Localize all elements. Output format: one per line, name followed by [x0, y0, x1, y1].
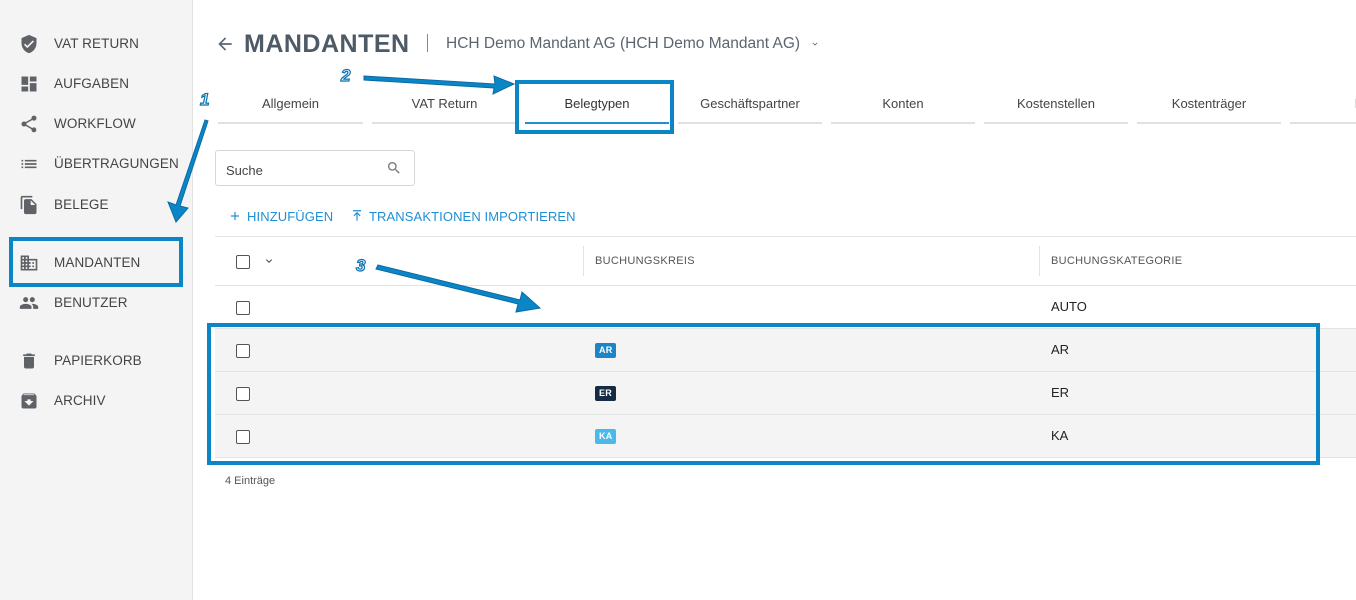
row-checkbox[interactable] — [236, 344, 250, 358]
tab-la[interactable]: La — [1290, 90, 1356, 124]
file-copy-icon — [19, 195, 39, 215]
sidebar-item-archiv[interactable]: ARCHIV — [0, 381, 192, 421]
sidebar-item-uebertragungen[interactable]: ÜBERTRAGUNGEN — [0, 144, 192, 184]
sidebar-item-vat-return[interactable]: VAT RETURN — [0, 24, 192, 64]
column-header-buchungskreis[interactable]: BUCHUNGSKREIS — [595, 237, 695, 285]
buchungskategorie-cell: KA — [1051, 428, 1069, 443]
page-title: MANDANTEN — [244, 30, 410, 58]
buchungskreis-badge: AR — [595, 343, 617, 358]
mandant-selector-label: HCH Demo Mandant AG (HCH Demo Mandant AG… — [446, 35, 801, 52]
search-box — [215, 150, 415, 186]
tab-konten[interactable]: Konten — [831, 90, 975, 124]
tab-kostentraeger[interactable]: Kostenträger — [1137, 90, 1281, 124]
shield-check-icon — [19, 34, 39, 54]
tab-kostenstellen[interactable]: Kostenstellen — [984, 90, 1128, 124]
list-icon — [19, 154, 39, 174]
buchungskategorie-cell: ER — [1051, 385, 1070, 400]
building-icon — [19, 253, 39, 273]
sidebar-item-label: ÜBERTRAGUNGEN — [54, 156, 179, 171]
step-number-2: 2 — [340, 65, 351, 85]
share-icon — [19, 114, 39, 134]
buchungskreis-badge: KA — [595, 429, 617, 444]
step-number-1: 1 — [199, 89, 210, 109]
row-checkbox[interactable] — [236, 430, 250, 444]
select-all-checkbox[interactable] — [236, 255, 250, 269]
mandant-selector[interactable]: HCH Demo Mandant AG (HCH Demo Mandant AG… — [446, 33, 820, 55]
buchungskreis-badge: ER — [595, 386, 616, 401]
table-row[interactable]: ER ER — [215, 372, 1356, 415]
people-icon — [19, 293, 39, 313]
tab-vat-return[interactable]: VAT Return — [372, 90, 517, 124]
chevron-down-icon — [810, 39, 820, 49]
table-row[interactable]: AUTO — [215, 286, 1356, 329]
table-header: BUCHUNGSKREIS BUCHUNGSKATEGORIE — [215, 236, 1356, 286]
add-button[interactable]: HINZUFÜGEN — [228, 206, 333, 226]
tab-allgemein[interactable]: Allgemein — [218, 90, 363, 124]
chevron-down-icon[interactable] — [263, 255, 275, 267]
add-button-label: HINZUFÜGEN — [247, 208, 334, 224]
tab-belegtypen[interactable]: Belegtypen — [525, 90, 669, 124]
sidebar-item-label: MANDANTEN — [54, 255, 141, 270]
sidebar-item-mandanten[interactable]: MANDANTEN — [0, 243, 192, 283]
tab-bar: Allgemein VAT Return Belegtypen Geschäft… — [0, 0, 1356, 130]
trash-icon — [19, 351, 39, 371]
search-input[interactable] — [224, 159, 378, 181]
sidebar-item-label: PAPIERKORB — [54, 353, 142, 368]
title-divider — [427, 34, 428, 52]
sidebar-item-label: WORKFLOW — [54, 116, 136, 131]
sidebar-item-label: ARCHIV — [54, 393, 106, 408]
sidebar-item-workflow[interactable]: WORKFLOW — [0, 104, 192, 144]
entries-count: 4 Einträge — [225, 475, 276, 487]
import-transactions-button[interactable]: TRANSAKTIONEN IMPORTIEREN — [350, 206, 576, 226]
tab-geschaeftspartner[interactable]: Geschäftspartner — [678, 90, 822, 124]
arrow-left-icon — [215, 37, 235, 58]
search-icon[interactable] — [386, 160, 402, 176]
import-transactions-label: TRANSAKTIONEN IMPORTIEREN — [369, 208, 576, 224]
column-header-buchungskategorie[interactable]: BUCHUNGSKATEGORIE — [1051, 237, 1182, 285]
buchungskategorie-cell: AR — [1051, 342, 1070, 357]
sidebar-item-label: BELEGE — [54, 197, 109, 212]
sidebar-item-benutzer[interactable]: BENUTZER — [0, 283, 192, 323]
sidebar-item-belege[interactable]: BELEGE — [0, 185, 192, 225]
back-button[interactable] — [215, 32, 237, 56]
table-row[interactable]: AR AR — [215, 329, 1356, 372]
upload-icon — [350, 209, 364, 223]
sidebar-item-aufgaben[interactable]: AUFGABEN — [0, 64, 192, 104]
column-divider — [583, 246, 584, 276]
plus-icon — [228, 209, 242, 223]
column-divider — [1039, 246, 1040, 276]
sidebar-item-label: BENUTZER — [54, 295, 128, 310]
dashboard-icon — [19, 74, 39, 94]
row-checkbox[interactable] — [236, 301, 250, 315]
sidebar: VAT RETURN AUFGABEN WORKFLOW ÜBERTRAGUNG… — [0, 0, 193, 600]
row-checkbox[interactable] — [236, 387, 250, 401]
buchungskategorie-cell: AUTO — [1051, 299, 1087, 314]
sidebar-item-papierkorb[interactable]: PAPIERKORB — [0, 341, 192, 381]
sidebar-item-label: AUFGABEN — [54, 76, 130, 91]
table-row[interactable]: KA KA — [215, 415, 1356, 458]
archive-icon — [19, 391, 39, 411]
sidebar-item-label: VAT RETURN — [54, 36, 140, 51]
